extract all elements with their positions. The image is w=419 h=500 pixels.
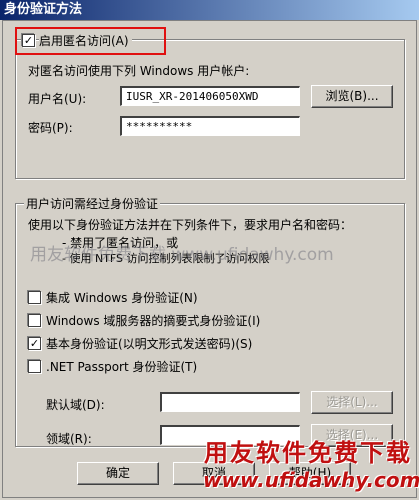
realm-label: 领域(R): <box>46 432 92 446</box>
digest-auth-checkbox[interactable] <box>28 314 41 327</box>
default-domain-select-button[interactable]: 选择(L)... <box>311 391 393 414</box>
passport-auth-label[interactable]: .NET Passport 身份验证(T) <box>46 358 197 375</box>
highlight-box <box>15 27 166 55</box>
password-input[interactable]: ********** <box>120 116 300 136</box>
brand-url-text: www.ufidawhy.com <box>203 468 419 492</box>
passport-auth-checkbox[interactable] <box>28 360 41 373</box>
basic-auth-label[interactable]: 基本身份验证(以明文形式发送密码)(S) <box>46 335 252 352</box>
ok-button[interactable]: 确定 <box>77 462 159 485</box>
window-title: 身份验证方法 <box>0 0 419 20</box>
auth-description: 使用以下身份验证方法并在下列条件下，要求用户名和密码： <box>28 218 353 232</box>
auth-group-title: 用户访问需经过身份验证 <box>24 195 161 212</box>
integrated-windows-checkbox[interactable] <box>28 291 41 304</box>
anonymous-description: 对匿名访问使用下列 Windows 用户帐户: <box>28 64 250 78</box>
password-label: 密码(P): <box>28 121 73 135</box>
brand-cn-text: 用友软件免费下载 <box>204 439 412 467</box>
basic-auth-checkbox[interactable]: ✓ <box>28 337 41 350</box>
watermark-overlay: 用友软件免费下载 www.ufidawhy.com <box>30 245 334 265</box>
username-label: 用户名(U): <box>28 92 87 106</box>
digest-auth-label[interactable]: Windows 域服务器的摘要式身份验证(I) <box>46 312 260 329</box>
browse-button[interactable]: 浏览(B)... <box>311 85 393 108</box>
default-domain-input[interactable] <box>160 392 300 412</box>
integrated-windows-label[interactable]: 集成 Windows 身份验证(N) <box>46 289 198 306</box>
username-input[interactable]: IUSR_XR-201406050XWD <box>120 86 300 106</box>
default-domain-label: 默认域(D): <box>46 398 105 412</box>
brand-watermark: 用友软件免费下载 www.ufidawhy.com <box>203 433 419 492</box>
anonymous-access-group: ✓ 启用匿名访问(A) 对匿名访问使用下列 Windows 用户帐户: 用户名(… <box>15 32 405 179</box>
